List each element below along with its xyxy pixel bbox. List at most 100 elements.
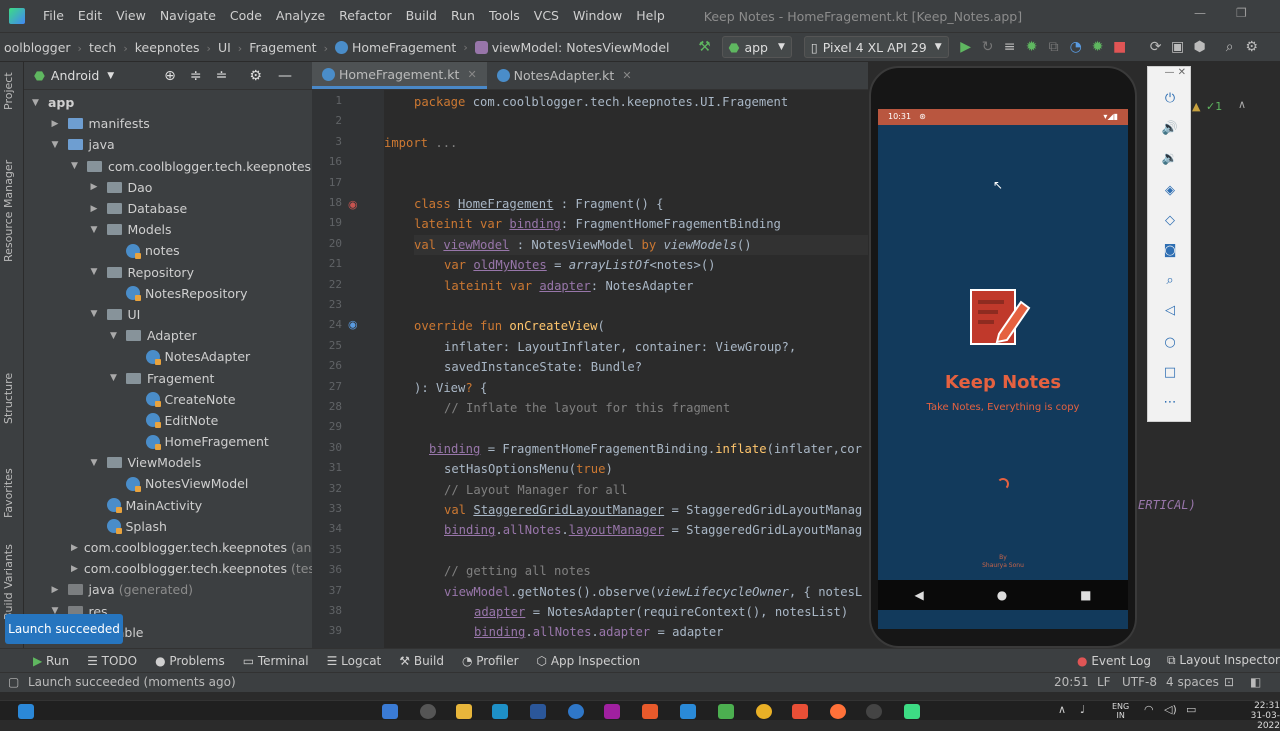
- chevron-down-icon[interactable]: ▼: [91, 267, 107, 277]
- wifi-icon[interactable]: ◠: [1144, 703, 1154, 716]
- tree-item[interactable]: ▼ UI: [24, 304, 312, 325]
- tree-item[interactable]: ▼ Adapter: [24, 325, 312, 346]
- word-icon[interactable]: [530, 704, 546, 719]
- debug-icon[interactable]: ✹: [1021, 39, 1043, 55]
- power-icon[interactable]: ⏻: [1148, 91, 1192, 106]
- rerun-icon[interactable]: ↻: [977, 39, 999, 55]
- profile-icon[interactable]: ◔: [1065, 39, 1087, 55]
- tree-item[interactable]: HomeFragement: [24, 431, 312, 452]
- menu-build[interactable]: Build: [399, 0, 444, 32]
- tree-item[interactable]: notes: [24, 240, 312, 261]
- brave-icon[interactable]: [642, 704, 658, 719]
- run-icon[interactable]: ▶: [955, 39, 977, 55]
- menu-run[interactable]: Run: [444, 0, 482, 32]
- sync-icon[interactable]: ⟳: [1145, 39, 1167, 55]
- microphone-icon[interactable]: ♩: [1080, 703, 1085, 716]
- hide-icon[interactable]: —: [278, 68, 292, 84]
- battery-icon[interactable]: ▭: [1186, 703, 1196, 716]
- hammer-icon[interactable]: ⚒: [694, 39, 716, 55]
- zoom-icon[interactable]: ⌕: [1148, 273, 1192, 288]
- bottom-tab-logcat[interactable]: ☰ Logcat: [318, 654, 391, 668]
- project-view-select[interactable]: Android: [51, 68, 99, 83]
- menu-refactor[interactable]: Refactor: [332, 0, 398, 32]
- chevron-down-icon[interactable]: ▼: [91, 225, 107, 235]
- chevron-down-icon[interactable]: ▼: [91, 458, 107, 468]
- avd-manager-icon[interactable]: ▣: [1167, 39, 1189, 55]
- vscode-icon[interactable]: [680, 704, 696, 719]
- close-icon[interactable]: — ✕: [1148, 67, 1192, 78]
- breadcrumb-item[interactable]: UI: [214, 40, 235, 55]
- sdk-manager-icon[interactable]: ⬢: [1189, 39, 1211, 55]
- home-icon[interactable]: ●: [997, 588, 1007, 602]
- chevron-up-icon[interactable]: ∧: [1058, 703, 1066, 716]
- favorites-tab[interactable]: Favorites: [2, 468, 15, 518]
- menu-code[interactable]: Code: [223, 0, 269, 32]
- chevron-right-icon[interactable]: ▶: [52, 119, 68, 129]
- tree-item[interactable]: ▶ Dao: [24, 177, 312, 198]
- chevron-right-icon[interactable]: ▶: [91, 204, 107, 214]
- menu-navigate[interactable]: Navigate: [153, 0, 223, 32]
- camera-icon[interactable]: ◙: [1148, 243, 1192, 258]
- bottom-tab-terminal[interactable]: ▭ Terminal: [234, 654, 318, 668]
- firefox-icon[interactable]: [830, 704, 846, 719]
- bottom-tab-todo[interactable]: ☰ TODO: [78, 654, 146, 668]
- tree-item[interactable]: ▶ java (generated): [24, 579, 312, 600]
- mail-icon[interactable]: [492, 704, 508, 719]
- onenote-icon[interactable]: [604, 704, 620, 719]
- tree-item[interactable]: NotesRepository: [24, 283, 312, 304]
- caret-position[interactable]: 20:51: [1054, 673, 1089, 692]
- more-icon[interactable]: ⋯: [1148, 395, 1192, 410]
- git-icon[interactable]: [792, 704, 808, 719]
- attach-icon[interactable]: ⧉: [1043, 39, 1065, 55]
- menu-view[interactable]: View: [109, 0, 153, 32]
- menu-edit[interactable]: Edit: [71, 0, 109, 32]
- breadcrumb-item[interactable]: Fragement: [245, 40, 320, 55]
- resource-manager-tab[interactable]: Resource Manager: [2, 160, 15, 262]
- minimize-button[interactable]: —: [1194, 6, 1206, 20]
- github-icon[interactable]: [866, 704, 882, 719]
- layout-inspector-tab[interactable]: ⧉ Layout Inspector: [1158, 653, 1280, 668]
- language-indicator[interactable]: ENG IN: [1112, 702, 1129, 720]
- chevron-right-icon[interactable]: ▶: [71, 543, 78, 553]
- bottom-tab-problems[interactable]: ● Problems: [146, 654, 234, 668]
- close-icon[interactable]: ✕: [467, 68, 476, 81]
- chevron-down-icon[interactable]: ▼: [91, 309, 107, 319]
- chevron-down-icon[interactable]: ▼: [71, 161, 87, 171]
- overview-icon[interactable]: □: [1148, 365, 1192, 380]
- gear-icon[interactable]: ⚙: [249, 68, 262, 84]
- chevron-down-icon[interactable]: ▼: [107, 71, 114, 81]
- event-log-tab[interactable]: ● Event Log: [1068, 654, 1160, 668]
- tree-item[interactable]: ▶ com.coolblogger.tech.keepnotes (and: [24, 537, 319, 558]
- bottom-tab-run[interactable]: ▶ Run: [24, 654, 78, 668]
- menu-file[interactable]: File: [36, 0, 71, 32]
- tree-item[interactable]: ▼ app: [24, 92, 312, 113]
- indent-setting[interactable]: 4 spaces: [1166, 673, 1219, 692]
- bottom-tab-profiler[interactable]: ◔ Profiler: [453, 654, 528, 668]
- back-icon[interactable]: ◀: [914, 588, 923, 602]
- search-icon[interactable]: ⌕: [1219, 39, 1241, 55]
- collapse-all-icon[interactable]: ≐: [216, 68, 228, 84]
- lock-icon[interactable]: ⊡: [1224, 673, 1234, 692]
- chevron-down-icon[interactable]: ▼: [32, 98, 48, 108]
- back-icon[interactable]: ◁: [1148, 303, 1192, 318]
- tree-item[interactable]: Splash: [24, 516, 312, 537]
- chrome-icon[interactable]: [756, 704, 772, 719]
- code-editor[interactable]: package com.coolblogger.tech.keepnotes.U…: [384, 90, 868, 650]
- tree-item[interactable]: CreateNote: [24, 389, 312, 410]
- wordpress-icon[interactable]: [568, 704, 584, 719]
- tree-item[interactable]: ▼ java: [24, 134, 312, 155]
- android-studio-icon[interactable]: [718, 704, 734, 719]
- menu-window[interactable]: Window: [566, 0, 629, 32]
- line-separator[interactable]: LF: [1097, 673, 1111, 692]
- chevron-up-icon[interactable]: ∧: [1238, 98, 1246, 111]
- project-tool-tab[interactable]: Project: [2, 72, 15, 110]
- tree-item[interactable]: ▼ Repository: [24, 262, 312, 283]
- tab-notesadapter[interactable]: NotesAdapter.kt ✕: [487, 62, 642, 89]
- structure-tab[interactable]: Structure: [2, 373, 15, 424]
- tree-item[interactable]: NotesAdapter: [24, 346, 312, 367]
- menu-tools[interactable]: Tools: [482, 0, 527, 32]
- tree-item[interactable]: ▶ com.coolblogger.tech.keepnotes (test: [24, 558, 320, 579]
- chevron-down-icon[interactable]: ▼: [110, 373, 126, 383]
- chevron-right-icon[interactable]: ▶: [91, 182, 107, 192]
- home-icon[interactable]: ○: [1148, 335, 1192, 350]
